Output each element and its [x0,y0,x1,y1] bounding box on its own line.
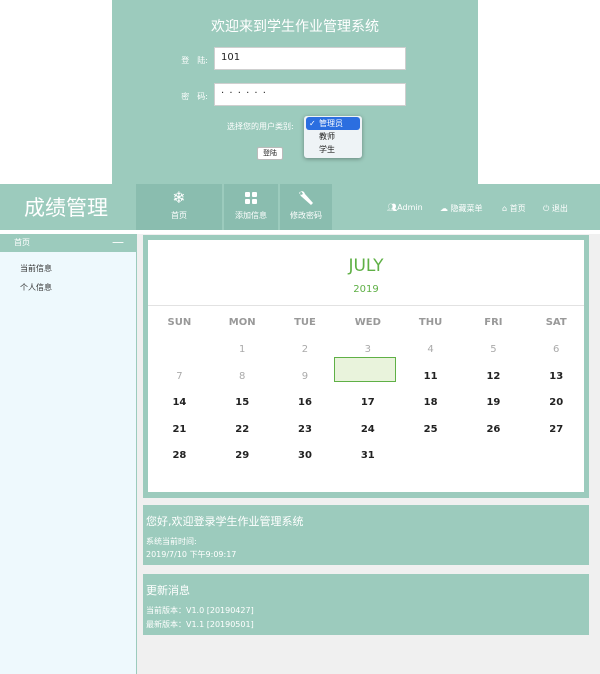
calendar-day[interactable]: 2 [274,337,337,363]
time-value: 2019/7/10 下午9:09:17 [146,550,237,559]
role-dropdown[interactable]: ✓ 管理员 教师 学生 [304,116,362,158]
user-admin-link[interactable]: 👥︎Admin [387,203,423,212]
calendar-day[interactable]: 20 [525,390,588,416]
calendar-day[interactable]: 16 [274,390,337,416]
calendar-day[interactable]: 8 [211,364,274,390]
collapse-icon[interactable]: — [112,234,124,251]
role-option-teacher[interactable]: 教师 [304,130,362,143]
weekday-header: TUE [294,317,316,328]
calendar-day[interactable]: 19 [462,390,525,416]
role-option-label: 学生 [319,145,335,154]
calendar-day[interactable]: 1 [211,337,274,363]
calendar-day[interactable]: 17 [336,390,399,416]
snowflake-icon: ❄ [172,188,186,207]
nav-label: 首页 [171,211,187,220]
grid-icon [224,188,278,208]
login-title: 欢迎来到学生作业管理系统 [211,19,379,35]
check-icon: ✓ [309,119,316,128]
weekday-header: SAT [545,317,567,328]
nav-label: 修改密码 [290,211,322,220]
calendar-day[interactable]: 25 [399,417,462,443]
link-label: 退出 [551,204,568,213]
updates-panel: 更新消息 当前版本：V1.0 [20190427] 最新版本：V1.1 [201… [143,574,589,635]
role-option-label: 管理员 [319,119,343,128]
sidebar-header-label: 首页 [14,238,30,247]
calendar-day[interactable]: 24 [336,417,399,443]
calendar-day[interactable]: 29 [211,443,274,469]
calendar-day[interactable]: 7 [148,364,211,390]
sidebar-header[interactable]: 首页 — [0,234,136,252]
calendar-day[interactable]: 23 [274,417,337,443]
time-label: 系统当前时间: [146,537,197,546]
weekday-header: MON [228,317,256,328]
username-label: 登 陆: [181,56,208,65]
role-option-label: 教师 [319,132,335,141]
link-label: 隐藏菜单 [450,204,483,213]
weekday-header: WED [354,317,381,328]
cloud-icon: ☁ [440,204,448,213]
brand-title: 成绩管理 [24,196,108,220]
calendar-day[interactable]: 11 [399,364,462,390]
calendar-day[interactable]: 5 [462,337,525,363]
weekday-header: FRI [484,317,503,328]
hide-menu-link[interactable]: ☁ 隐藏菜单 [440,203,483,214]
password-input[interactable]: · · · · · · [214,83,406,106]
login-button[interactable]: 登陆 [257,147,283,160]
logout-link[interactable]: ⏻ 退出 [543,203,568,214]
calendar-day[interactable]: 12 [462,364,525,390]
weekday-header: THU [418,317,443,328]
link-label: Admin [397,203,423,212]
role-option-student[interactable]: 学生 [304,143,362,156]
wrench-icon [280,188,332,208]
calendar-day[interactable]: 27 [525,417,588,443]
updates-title: 更新消息 [146,584,190,597]
calendar-month: JULY [348,256,384,276]
home-icon: ⌂ [502,204,508,213]
home-link[interactable]: ⌂ 首页 [502,203,526,214]
calendar-day[interactable]: 15 [211,390,274,416]
nav-change-password[interactable]: 修改密码 [280,184,332,230]
welcome-title: 您好,欢迎登录学生作业管理系统 [146,515,304,528]
calendar-day[interactable]: 14 [148,390,211,416]
sidebar-item-personal-info[interactable]: 个人信息 [0,278,136,297]
calendar-day[interactable]: 9 [274,364,337,390]
role-label: 选择您的用户类别: [227,122,294,131]
sidebar-item-current-info[interactable]: 当前信息 [0,259,136,278]
calendar-day[interactable]: 18 [399,390,462,416]
login-panel: 欢迎来到学生作业管理系统 登 陆: 101 密 码: · · · · · · 选… [112,0,478,184]
password-label: 密 码: [181,92,208,101]
nav-add-info[interactable]: 添加信息 [224,184,278,230]
calendar-day[interactable]: 13 [525,364,588,390]
users-icon: 👥︎ [387,203,398,212]
calendar-day[interactable]: 4 [399,337,462,363]
calendar-day[interactable]: 30 [274,443,337,469]
calendar-day[interactable]: 22 [211,417,274,443]
calendar-year: 2019 [353,284,379,295]
calendar-day[interactable]: 26 [462,417,525,443]
role-option-admin[interactable]: ✓ 管理员 [306,117,360,130]
nav-label: 添加信息 [235,211,267,220]
power-icon: ⏻ [543,204,550,213]
welcome-panel: 您好,欢迎登录学生作业管理系统 系统当前时间: 2019/7/10 下午9:09… [143,505,589,565]
sidebar: 首页 — 当前信息 个人信息 [0,234,137,674]
calendar-day[interactable]: 28 [148,443,211,469]
link-label: 首页 [509,204,526,213]
calendar-day[interactable]: 21 [148,417,211,443]
current-version: 当前版本：V1.0 [20190427] [146,606,254,615]
weekday-header: SUN [167,317,192,328]
calendar-day[interactable]: 31 [336,443,399,469]
username-input[interactable]: 101 [214,47,406,70]
nav-home[interactable]: ❄ 首页 [136,184,222,230]
today-highlight [334,357,396,382]
calendar-day[interactable]: 6 [525,337,588,363]
calendar-divider [148,305,584,306]
latest-version: 最新版本：V1.1 [20190501] [146,620,254,629]
